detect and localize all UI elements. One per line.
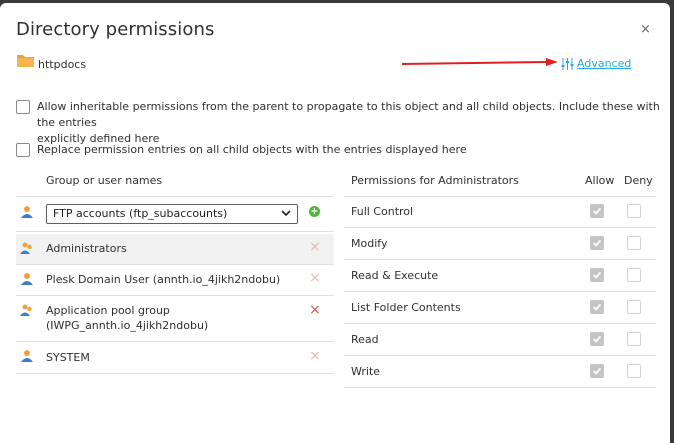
divider <box>344 227 656 228</box>
check-icon <box>592 303 602 311</box>
divider <box>16 295 334 296</box>
check-icon <box>592 239 602 247</box>
permission-label-write: Write <box>351 365 381 378</box>
divider <box>344 387 656 388</box>
divider <box>344 196 656 197</box>
replace-permissions-option: Replace permission entries on all child … <box>16 142 467 158</box>
user-name-administrators[interactable]: Administrators <box>46 241 127 256</box>
user-icon <box>21 350 33 362</box>
inherit-permissions-checkbox[interactable] <box>16 100 30 114</box>
inherit-permissions-option: Allow inheritable permissions from the p… <box>16 99 670 147</box>
user-group-select[interactable]: FTP accounts (ftp_subaccounts) <box>46 204 298 224</box>
deny-checkbox[interactable] <box>627 364 641 378</box>
divider <box>344 291 656 292</box>
allow-checkbox[interactable] <box>590 300 604 314</box>
check-icon <box>592 335 602 343</box>
user-icon <box>21 273 33 285</box>
add-user-icon[interactable]: + <box>309 206 320 217</box>
user-icon <box>20 242 32 254</box>
allow-checkbox[interactable] <box>590 332 604 346</box>
user-group-select-value: FTP accounts (ftp_subaccounts) <box>53 207 228 220</box>
user-name-system[interactable]: SYSTEM <box>46 350 90 365</box>
permission-label-list-folder-contents: List Folder Contents <box>351 301 461 314</box>
allow-checkbox[interactable] <box>590 204 604 218</box>
permissions-header: Permissions for Administrators <box>351 174 519 187</box>
deny-checkbox[interactable] <box>627 300 641 314</box>
deny-checkbox[interactable] <box>627 204 641 218</box>
deny-checkbox[interactable] <box>627 236 641 250</box>
remove-user-icon[interactable]: × <box>309 271 321 285</box>
divider <box>16 196 334 197</box>
divider <box>16 373 334 374</box>
chevron-down-icon <box>281 210 291 217</box>
user-name-plesk-domain-user[interactable]: Plesk Domain User (annth.io_4jikh2ndobu) <box>46 272 280 287</box>
advanced-link[interactable]: Advanced <box>561 57 631 70</box>
allow-checkbox[interactable] <box>590 236 604 250</box>
user-name-line: (IWPG_annth.io_4jikh2ndobu) <box>46 319 209 332</box>
folder-icon <box>17 55 34 67</box>
red-arrow-annotation <box>401 58 558 66</box>
user-name-line: Application pool group <box>46 304 170 317</box>
user-name-application-pool-group[interactable]: Application pool group (IWPG_annth.io_4j… <box>46 303 208 333</box>
divider <box>16 231 334 232</box>
remove-user-icon[interactable]: × <box>309 349 321 363</box>
permission-label-full-control: Full Control <box>351 205 414 218</box>
allow-checkbox[interactable] <box>590 268 604 282</box>
users-header: Group or user names <box>46 174 163 187</box>
check-icon <box>592 367 602 375</box>
folder-name: httpdocs <box>38 58 87 71</box>
user-icon <box>21 206 33 218</box>
check-icon <box>592 271 602 279</box>
remove-user-icon[interactable]: × <box>309 303 321 317</box>
replace-permissions-label: Replace permission entries on all child … <box>37 143 467 156</box>
allow-header: Allow <box>585 174 615 187</box>
remove-user-icon[interactable]: × <box>309 240 321 254</box>
permission-label-read: Read <box>351 333 379 346</box>
close-icon[interactable]: × <box>640 23 651 36</box>
divider <box>344 259 656 260</box>
divider <box>16 341 334 342</box>
divider <box>16 264 334 265</box>
allow-checkbox[interactable] <box>590 364 604 378</box>
deny-checkbox[interactable] <box>627 332 641 346</box>
inherit-permissions-label: Allow inheritable permissions from the p… <box>37 100 660 129</box>
deny-checkbox[interactable] <box>627 268 641 282</box>
advanced-link-label[interactable]: Advanced <box>577 57 631 70</box>
replace-permissions-checkbox[interactable] <box>16 143 30 157</box>
deny-header: Deny <box>624 174 653 187</box>
divider <box>344 323 656 324</box>
permission-label-modify: Modify <box>351 237 388 250</box>
check-icon <box>592 207 602 215</box>
user-icon <box>20 304 32 316</box>
divider <box>344 355 656 356</box>
permission-label-read-execute: Read & Execute <box>351 269 439 282</box>
directory-permissions-dialog: Directory permissions × httpdocs Advance… <box>0 3 670 443</box>
dialog-title: Directory permissions <box>16 19 215 40</box>
sliders-icon <box>561 57 574 70</box>
